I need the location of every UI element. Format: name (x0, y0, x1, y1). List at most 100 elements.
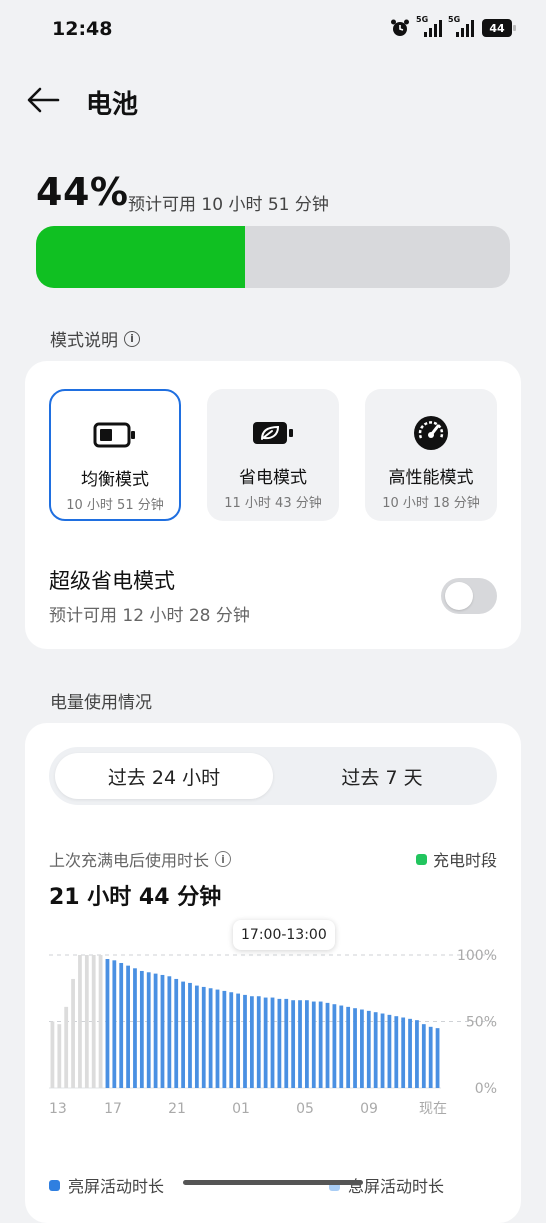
chart-bar (339, 1005, 344, 1088)
status-battery-level: 44 (489, 21, 505, 35)
chart-bar (160, 974, 165, 1088)
chart-bar (360, 1009, 364, 1088)
mode-time: 11 小时 43 分钟 (224, 496, 322, 511)
chart-bar-charging (71, 978, 75, 1088)
signal-icon-2: 5G (448, 15, 474, 37)
speedometer-icon (412, 415, 450, 451)
super-saver-toggle[interactable] (441, 578, 497, 614)
chart-bar (208, 988, 213, 1088)
page-title: 电池 (86, 90, 139, 120)
chart-bar (167, 976, 172, 1088)
chart-bar (394, 1016, 399, 1088)
battery-level-fill (36, 226, 245, 288)
y-tick-label: 50% (466, 1015, 497, 1031)
chart-bar (277, 998, 282, 1088)
mode-balanced[interactable]: 均衡模式 10 小时 51 分钟 (49, 389, 181, 521)
usage-card: 过去 24 小时 过去 7 天 上次充满电后使用时长 i 充电时段 21 小时 … (25, 723, 521, 1223)
mode-description-link[interactable]: 模式说明 i (50, 326, 140, 351)
x-tick-label: 09 (360, 1101, 378, 1117)
screen-on-swatch (49, 1179, 60, 1191)
chart-bar (194, 985, 199, 1088)
super-saver-estimate: 预计可用 12 小时 28 分钟 (49, 606, 250, 626)
chart-bar (380, 1013, 385, 1088)
chart-bar (270, 997, 275, 1088)
mode-name: 省电模式 (239, 468, 307, 488)
chart-bar (408, 1018, 412, 1088)
legend-screen-off: 息屏活动时长 (329, 1173, 444, 1197)
x-tick-label: 13 (49, 1101, 67, 1117)
chart-bar (181, 981, 185, 1088)
chart-bar (298, 1000, 302, 1088)
x-tick-label: 21 (168, 1101, 186, 1117)
y-tick-label: 0% (475, 1081, 497, 1097)
mode-card: 均衡模式 10 小时 51 分钟 省电模式 11 小时 43 分钟 高性能模式 … (25, 361, 521, 649)
mode-time: 10 小时 18 分钟 (382, 496, 480, 511)
chart-bar (249, 996, 254, 1088)
chart-bar (256, 996, 261, 1088)
chart-bar (222, 990, 227, 1088)
x-tick-label: 现在 (419, 1101, 447, 1117)
chart-bar (318, 1001, 323, 1088)
back-arrow-icon (27, 87, 60, 113)
x-tick-label: 17 (104, 1101, 122, 1117)
chart-bar (243, 994, 247, 1088)
chart-bar (229, 992, 234, 1088)
chart-bar-charging (57, 1024, 62, 1088)
screen-on-label: 亮屏活动时长 (68, 1177, 165, 1196)
status-icons: 5G 5G 44 (390, 15, 516, 38)
chart-bar (305, 1000, 309, 1088)
x-tick-label: 05 (296, 1101, 314, 1117)
mode-name: 均衡模式 (81, 470, 149, 490)
chart-bar (325, 1002, 330, 1088)
chart-bar (332, 1004, 337, 1088)
mode-power-saving[interactable]: 省电模式 11 小时 43 分钟 (207, 389, 339, 521)
chart-bar (311, 1001, 316, 1088)
chart-bar (284, 998, 289, 1088)
chart-bar (415, 1020, 419, 1088)
chart-bar (146, 972, 151, 1088)
chart-bar (373, 1012, 378, 1088)
mode-name: 高性能模式 (388, 468, 474, 488)
mode-description-label: 模式说明 (50, 331, 118, 351)
chart-bar-charging (50, 1021, 55, 1088)
chart-bar (201, 986, 206, 1088)
chart-bar-charging (84, 955, 89, 1088)
battery-icon (93, 417, 137, 453)
toggle-knob (445, 582, 473, 610)
mode-high-performance[interactable]: 高性能模式 10 小时 18 分钟 (365, 389, 497, 521)
status-time: 12:48 (52, 18, 113, 40)
back-button[interactable] (24, 80, 64, 120)
home-indicator[interactable] (183, 1180, 363, 1185)
leaf-battery-icon (251, 415, 295, 451)
chart-bar (346, 1006, 351, 1088)
signal-icon-1: 5G (416, 15, 442, 37)
screen-off-label: 息屏活动时长 (348, 1177, 445, 1196)
chart-bar (428, 1026, 433, 1088)
network-type-2: 5G (448, 15, 461, 24)
chart-bar (401, 1017, 406, 1088)
battery-percent: 44% (36, 170, 129, 214)
chart-bar (112, 960, 117, 1088)
y-tick-label: 100% (457, 948, 497, 964)
chart-bar (353, 1008, 357, 1088)
chart-bar (366, 1010, 371, 1088)
info-icon: i (124, 330, 140, 347)
chart-bar (119, 962, 124, 1088)
chart-bar-charging (78, 955, 82, 1088)
chart-bar (435, 1028, 440, 1088)
mode-time: 10 小时 51 分钟 (66, 498, 164, 513)
chart-bar-charging (91, 955, 96, 1088)
legend-screen-on: 亮屏活动时长 (49, 1173, 164, 1197)
chart-tooltip: 17:00-13:00 (233, 920, 335, 950)
chart-bar (215, 989, 220, 1088)
chart-bar-charging (98, 955, 103, 1088)
chart-bar (105, 958, 110, 1088)
network-type-1: 5G (416, 15, 429, 24)
chart-bar (263, 997, 268, 1088)
chart-bar (126, 965, 130, 1088)
battery-level-bar (36, 226, 510, 288)
chart-bar (174, 978, 179, 1088)
alarm-icon (391, 19, 409, 36)
chart-bar (236, 993, 241, 1088)
x-tick-label: 01 (232, 1101, 250, 1117)
